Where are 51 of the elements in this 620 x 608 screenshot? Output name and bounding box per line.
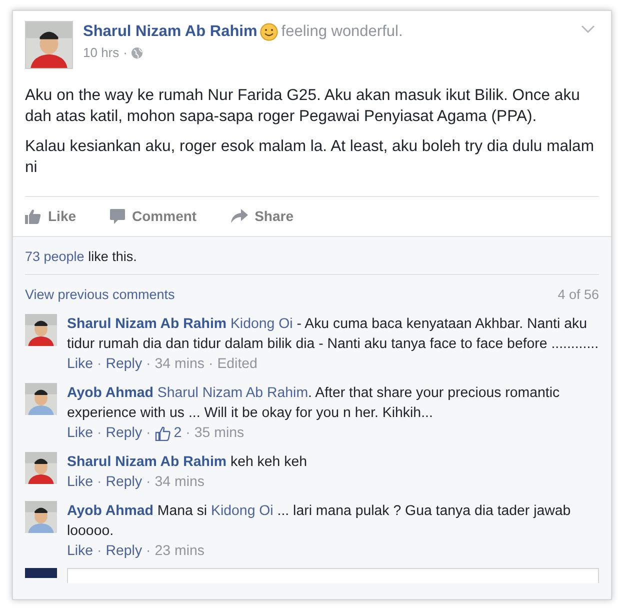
comment-action-link[interactable]: Like: [67, 356, 94, 372]
separator-dot: ·: [97, 425, 102, 441]
comment-text: Sharul Nizam Ab Rahim keh keh keh: [67, 453, 307, 472]
likes-summary: 73 people like this.: [25, 237, 599, 275]
comment-text: Ayob Ahmad Mana si Kidong Oi ... lari mana pulak ? Gua tanya dia tader jawab looooo.: [67, 502, 572, 541]
post-paragraph: Kalau kesiankan aku, roger esok malam la. At least, aku boleh try dia dulu malam ni: [25, 137, 595, 178]
thumbs-up-icon: [25, 208, 41, 224]
post-paragraph: Aku on the way ke rumah Nur Farida G25. Aku akan masuk ikut Bilik. Once aku dah atas katil, mohon sapa-sapa roger Pegawai Penyiasat Agama (PPA).: [25, 86, 581, 127]
separator-dot: ·: [146, 425, 151, 441]
post-time[interactable]: 10 hrs: [83, 45, 120, 60]
comment-action-link[interactable]: Like: [67, 543, 94, 559]
comment-meta[interactable]: 34 mins: [154, 356, 204, 372]
comment-action-link[interactable]: Reply: [106, 543, 142, 559]
separator-dot: ·: [146, 356, 151, 372]
smiley-icon: [260, 23, 278, 41]
comment-meta[interactable]: 23 mins: [154, 543, 204, 559]
reaction-count[interactable]: 2: [174, 425, 182, 441]
separator-dot: ·: [146, 474, 151, 490]
separator-dot: ·: [146, 543, 151, 559]
separator-dot: ·: [97, 474, 102, 490]
separator-dot: ·: [97, 543, 102, 559]
speech-bubble-icon: [110, 208, 126, 224]
likes-link[interactable]: 73 people: [25, 249, 84, 264]
separator-dot: ·: [208, 356, 214, 372]
comment-count: 4 of 56: [558, 287, 599, 302]
like-button[interactable]: Like: [25, 208, 76, 224]
feeling-text: feeling wonderful.: [281, 23, 403, 41]
separator-dot: ·: [97, 356, 102, 372]
comment-meta[interactable]: Edited: [217, 356, 258, 372]
comment-action-link[interactable]: Reply: [106, 474, 142, 490]
share-button[interactable]: Share: [230, 208, 294, 224]
comment-text: Ayob Ahmad Sharul Nizam Ab Rahim. After that share your precious romantic experience with us ... Will it be okay for you n her. Kihkih...: [67, 384, 561, 423]
comment-meta[interactable]: 35 mins: [194, 425, 244, 441]
comment-action-link[interactable]: Reply: [106, 425, 142, 441]
thumbs-up-icon: [154, 426, 171, 440]
mention-link[interactable]: Kidong Oi: [230, 316, 293, 332]
comment-action-link[interactable]: Reply: [106, 356, 142, 372]
separator-dot: ·: [123, 45, 128, 60]
comment-text: Sharul Nizam Ab Rahim Kidong Oi - Aku cuma baca kenyataan Akhbar. Nanti aku tidur rumah dia dan tidur dalam bilik dia - Nanti aku tanya face to face before ............: [67, 315, 599, 354]
mention-link[interactable]: Kidong Oi: [211, 503, 274, 519]
chevron-down-icon[interactable]: [581, 25, 595, 34]
separator-dot: ·: [186, 425, 190, 441]
author-name[interactable]: Sharul Nizam Ab Rahim: [83, 23, 258, 41]
comment-action-link[interactable]: Like: [67, 474, 94, 490]
globe-icon: [131, 46, 144, 58]
comment-meta[interactable]: 34 mins: [154, 474, 204, 490]
mention-link[interactable]: Sharul Nizam Ab Rahim: [157, 385, 308, 401]
view-previous-link[interactable]: View previous comments: [25, 287, 175, 302]
comment-action-link[interactable]: Like: [67, 425, 94, 441]
share-arrow-icon: [230, 209, 248, 223]
comment-button[interactable]: Comment: [110, 208, 197, 224]
